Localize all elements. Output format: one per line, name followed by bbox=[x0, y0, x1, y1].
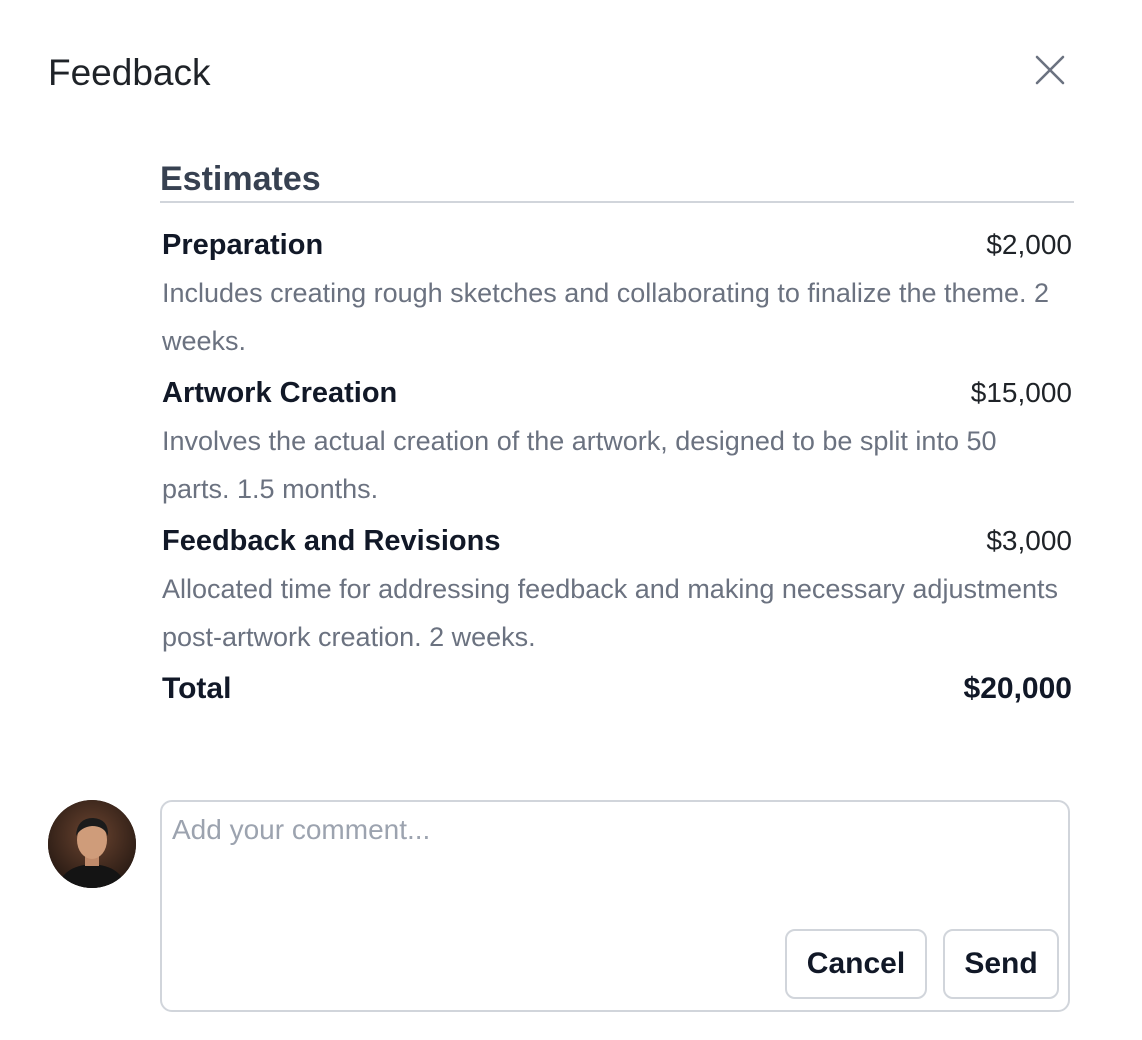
estimate-description: Involves the actual creation of the artw… bbox=[162, 426, 997, 504]
dialog-title: Feedback bbox=[48, 52, 211, 93]
estimate-name: Artwork Creation bbox=[162, 376, 398, 409]
close-button[interactable] bbox=[1028, 48, 1072, 92]
user-avatar bbox=[48, 800, 136, 888]
estimate-name: Feedback and Revisions bbox=[162, 524, 501, 557]
comment-input[interactable] bbox=[172, 814, 1052, 904]
estimate-row: Feedback and Revisions $3,000 bbox=[162, 513, 1072, 569]
estimate-item: Artwork Creation $15,000 Involves the ac… bbox=[160, 365, 1074, 513]
estimates-list: Preparation $2,000 Includes creating rou… bbox=[160, 217, 1074, 717]
estimate-price: $3,000 bbox=[986, 525, 1072, 556]
estimate-name: Preparation bbox=[162, 228, 324, 261]
estimate-price: $2,000 bbox=[986, 229, 1072, 260]
comment-box: Cancel Send bbox=[160, 800, 1070, 1012]
estimate-description: Includes creating rough sketches and col… bbox=[162, 278, 1050, 356]
estimate-item: Feedback and Revisions $3,000 Allocated … bbox=[160, 513, 1074, 661]
estimates-heading: Estimates bbox=[160, 157, 1074, 203]
close-icon bbox=[1035, 55, 1065, 85]
cancel-button[interactable]: Cancel bbox=[785, 929, 927, 999]
estimates-section: Estimates Preparation $2,000 Includes cr… bbox=[160, 157, 1074, 717]
estimate-row: Preparation $2,000 bbox=[162, 217, 1072, 273]
send-button[interactable]: Send bbox=[943, 929, 1059, 999]
estimate-item: Preparation $2,000 Includes creating rou… bbox=[160, 217, 1074, 365]
estimate-total-row: Total $20,000 bbox=[160, 661, 1074, 717]
avatar-portrait-icon bbox=[48, 800, 136, 888]
estimate-description: Allocated time for addressing feedback a… bbox=[162, 574, 1058, 652]
total-label: Total bbox=[162, 672, 232, 705]
estimate-row: Artwork Creation $15,000 bbox=[162, 365, 1072, 421]
total-value: $20,000 bbox=[963, 672, 1072, 705]
estimate-price: $15,000 bbox=[970, 377, 1072, 408]
